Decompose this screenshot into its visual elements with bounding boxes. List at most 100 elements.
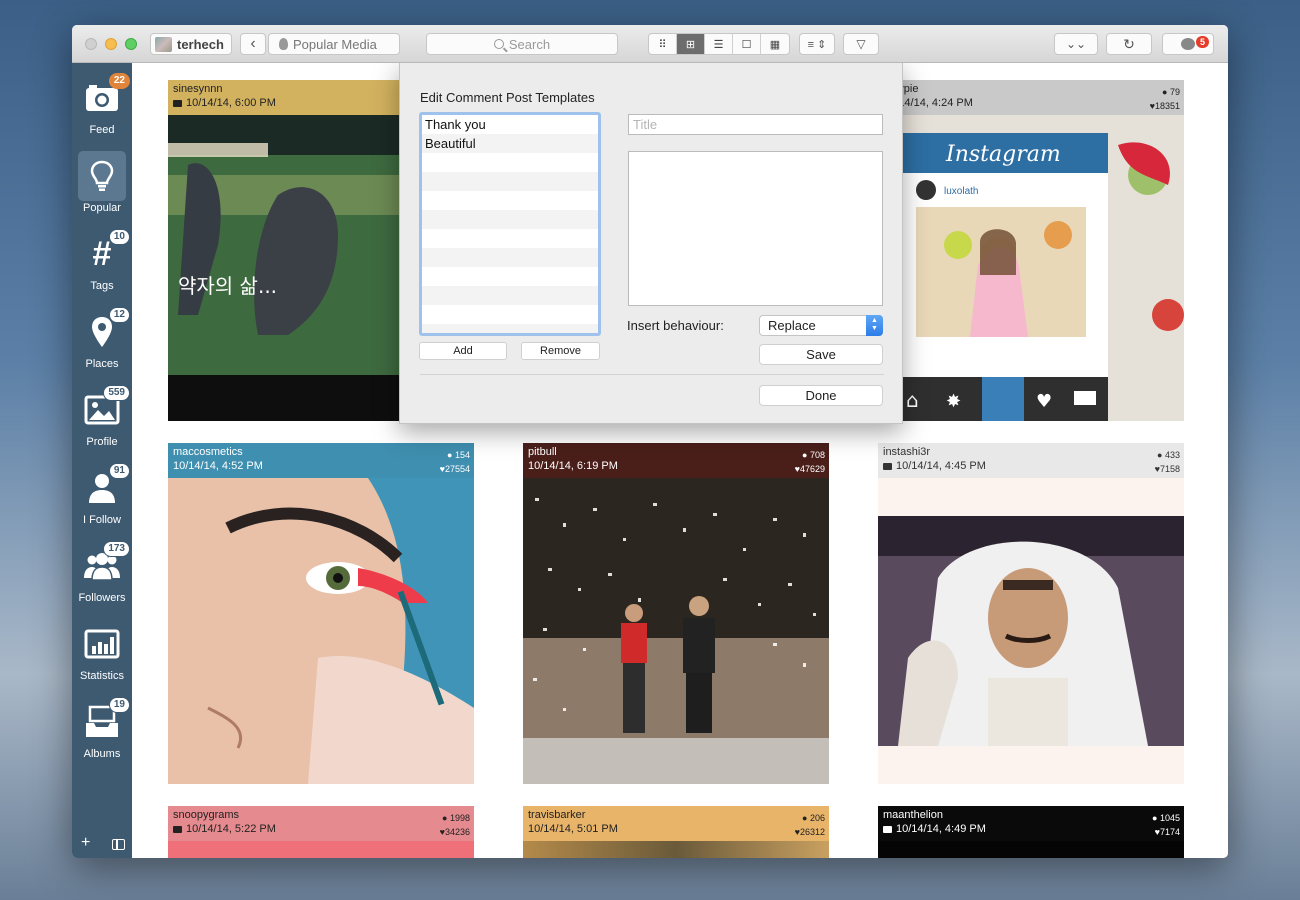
sidebar-item-label: Albums (83, 748, 121, 760)
account-button[interactable]: terhech (150, 33, 232, 55)
media-card[interactable]: maccosmetics 10/14/14, 4:52 PM ● 154 ♥27… (168, 443, 474, 784)
sidebar-item-label: Tags (90, 280, 114, 292)
sidebar-item-tags[interactable]: # 10 Tags (76, 229, 130, 299)
comment-icon: ● (1152, 813, 1158, 823)
followers-count-badge: 173 (103, 541, 130, 557)
template-body-textarea[interactable] (628, 151, 883, 306)
post-date: 10/14/14, 6:00 PM (186, 97, 276, 109)
post-username: pyrypie (883, 83, 1179, 95)
template-title-input[interactable] (628, 114, 883, 135)
insert-behaviour-label: Insert behaviour: (627, 318, 724, 333)
video-icon (883, 462, 892, 470)
list-item[interactable]: Beautiful (422, 134, 598, 153)
table-view-button[interactable]: ▦ (761, 34, 789, 54)
media-card[interactable]: snoopygrams 10/14/14, 5:22 PM ● 1998 ♥34… (168, 806, 474, 858)
breadcrumb[interactable]: Popular Media (268, 33, 400, 55)
save-button[interactable]: Save (759, 344, 883, 365)
add-icon[interactable]: + (81, 834, 90, 852)
close-window-button[interactable] (85, 38, 97, 50)
sidebar-item-i-follow[interactable]: 91 I Follow (76, 463, 130, 533)
list-item-empty (422, 172, 598, 191)
refresh-button[interactable]: ↻ (1106, 33, 1152, 55)
comment-icon: ● (1157, 450, 1163, 460)
add-template-button[interactable]: Add (419, 342, 507, 360)
chevron-left-icon: ‹ (250, 35, 256, 52)
maximize-window-button[interactable] (125, 38, 137, 50)
places-count-badge: 12 (108, 307, 130, 323)
list-item-empty (422, 210, 598, 229)
comment-count: 79 (1169, 87, 1180, 97)
insert-behaviour-select[interactable]: Replace ▲ ▼ (759, 315, 883, 336)
chart-icon (84, 629, 120, 659)
sidebar-item-popular[interactable]: Popular (76, 151, 128, 221)
lightbulb-icon (279, 38, 288, 50)
sidebar: 22 Feed Popular # 10 Tags 12 Places 559 … (72, 63, 132, 858)
chevron-up-down-icon: ▲ ▼ (866, 315, 883, 336)
sidebar-item-feed[interactable]: 22 Feed (76, 73, 130, 143)
comment-bubble-icon (1181, 38, 1195, 50)
comment-count: 1045 (1159, 813, 1180, 823)
sidebar-item-followers[interactable]: 173 Followers (76, 541, 130, 611)
double-chevron-down-icon: ⌄⌄ (1065, 37, 1087, 51)
toggle-sidebar-icon[interactable] (112, 839, 125, 850)
sidebar-item-label: I Follow (83, 514, 121, 526)
notifications-badge: 5 (1195, 36, 1209, 48)
sidebar-item-profile[interactable]: 559 Profile (76, 385, 130, 455)
sort-button[interactable]: ≡ ⇕ (799, 33, 835, 55)
filter-icon: ▽ (856, 37, 866, 51)
sidebar-item-label: Statistics (79, 670, 124, 682)
comment-icon: ● (1162, 87, 1168, 97)
refresh-icon: ↻ (1123, 35, 1135, 52)
feed-count-badge: 22 (108, 73, 130, 89)
like-count: 47629 (799, 464, 825, 474)
svg-text:⌂: ⌂ (906, 388, 919, 412)
list-view-button[interactable]: ☰ (705, 34, 733, 54)
minimize-window-button[interactable] (105, 38, 117, 50)
search-input[interactable]: Search (426, 33, 618, 55)
post-username: snoopygrams (173, 809, 240, 821)
comment-icon: ● (447, 450, 453, 460)
media-card[interactable]: instashi3r 10/14/14, 4:45 PM ● 433 ♥7158 (878, 443, 1184, 784)
post-date: 10/14/14, 5:22 PM (186, 823, 276, 835)
sidebar-item-label: Followers (78, 592, 126, 604)
list-item-empty (422, 286, 598, 305)
post-image (168, 478, 474, 784)
notifications-button[interactable]: 5 (1162, 33, 1214, 55)
remove-template-button[interactable]: Remove (521, 342, 600, 360)
back-button[interactable]: ‹ (240, 33, 266, 55)
insert-behaviour-value: Replace (768, 318, 816, 333)
sidebar-item-label: Feed (89, 124, 115, 136)
post-date: 10/14/14, 5:01 PM (528, 823, 618, 835)
sort-icon: ≡ ⇕ (807, 38, 827, 51)
account-name: terhech (177, 36, 224, 52)
albums-count-badge: 19 (108, 697, 130, 713)
comment-count: 206 (809, 813, 825, 823)
post-image (878, 478, 1184, 784)
post-username: maanthelion (883, 809, 943, 821)
post-date: 10/14/14, 4:45 PM (896, 460, 986, 472)
sidebar-item-statistics[interactable]: Statistics (76, 619, 128, 689)
like-count: 7158 (1159, 464, 1180, 474)
sidebar-item-places[interactable]: 12 Places (76, 307, 130, 377)
comment-count: 708 (809, 450, 825, 460)
video-icon (173, 825, 182, 833)
templates-list[interactable]: Thank you Beautiful (419, 112, 601, 336)
done-button[interactable]: Done (759, 385, 883, 406)
media-card[interactable]: pitbull 10/14/14, 6:19 PM ● 708 ♥47629 (523, 443, 829, 784)
grid-view-button[interactable]: ⊞ (677, 34, 705, 54)
list-item[interactable]: Thank you (422, 115, 598, 134)
pin-icon (92, 317, 112, 347)
grid-small-view-button[interactable]: ⠿ (649, 34, 677, 54)
dialog-title: Edit Comment Post Templates (420, 90, 595, 105)
list-item-empty (422, 324, 598, 333)
sidebar-item-albums[interactable]: 19 Albums (76, 697, 130, 767)
media-card[interactable]: maanthelion 10/14/14, 4:49 PM ● 1045 ♥71… (878, 806, 1184, 858)
single-view-button[interactable]: ☐ (733, 34, 761, 54)
media-card[interactable]: travisbarker 10/14/14, 5:01 PM ● 206 ♥26… (523, 806, 829, 858)
i-follow-count-badge: 91 (108, 463, 130, 479)
filter-button[interactable]: ▽ (843, 33, 879, 55)
download-button[interactable]: ⌄⌄ (1054, 33, 1098, 55)
media-card[interactable]: pyrypie 10/14/14, 4:24 PM ● 79 ♥18351 In… (878, 80, 1184, 421)
view-mode-segmented-control: ⠿ ⊞ ☰ ☐ ▦ (648, 33, 790, 55)
list-item-empty (422, 191, 598, 210)
